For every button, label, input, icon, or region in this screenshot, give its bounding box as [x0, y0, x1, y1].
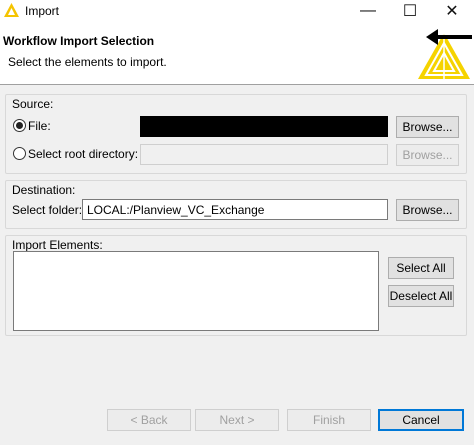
root-directory-label: Select root directory: — [28, 147, 139, 161]
destination-group: Destination: Select folder: LOCAL:/Planv… — [5, 180, 467, 229]
browse-root-directory-button: Browse... — [396, 144, 459, 166]
source-group: Source: File: Browse... Select root dire… — [5, 94, 467, 174]
window-titlebar: Import — ☐ ✕ — [0, 0, 474, 22]
destination-group-label: Destination: — [12, 183, 76, 197]
import-elements-group-label: Import Elements: — [12, 238, 103, 252]
file-radio-label: File: — [28, 119, 51, 133]
cancel-button[interactable]: Cancel — [378, 409, 464, 431]
import-elements-group: Import Elements: Select All Deselect All — [5, 235, 467, 336]
maximize-button[interactable]: ☐ — [390, 0, 430, 22]
browse-destination-button[interactable]: Browse... — [396, 199, 459, 221]
destination-folder-field[interactable]: LOCAL:/Planview_VC_Exchange — [82, 199, 388, 220]
maximize-icon: ☐ — [402, 3, 418, 20]
deselect-all-button[interactable]: Deselect All — [388, 285, 454, 307]
back-button: < Back — [107, 409, 191, 431]
close-icon: ✕ — [445, 3, 459, 20]
root-directory-radio[interactable] — [13, 147, 26, 160]
finish-button: Finish — [287, 409, 371, 431]
browse-file-button[interactable]: Browse... — [396, 116, 459, 138]
minimize-button[interactable]: — — [348, 0, 388, 22]
file-path-field[interactable] — [140, 116, 388, 137]
app-logo-icon — [4, 3, 19, 17]
knime-import-logo-icon — [418, 29, 472, 79]
page-description: Select the elements to import. — [8, 55, 167, 69]
next-button: Next > — [195, 409, 279, 431]
page-title: Workflow Import Selection — [3, 34, 155, 48]
source-group-label: Source: — [12, 97, 54, 111]
select-all-button[interactable]: Select All — [388, 257, 454, 279]
select-folder-label: Select folder: — [12, 203, 83, 217]
minimize-icon: — — [360, 2, 376, 19]
window-title: Import — [25, 4, 60, 18]
close-button[interactable]: ✕ — [432, 0, 472, 22]
root-directory-field — [140, 144, 388, 165]
wizard-header: Workflow Import Selection Select the ele… — [0, 22, 474, 85]
file-radio[interactable] — [13, 119, 26, 132]
import-elements-list[interactable] — [13, 251, 379, 331]
